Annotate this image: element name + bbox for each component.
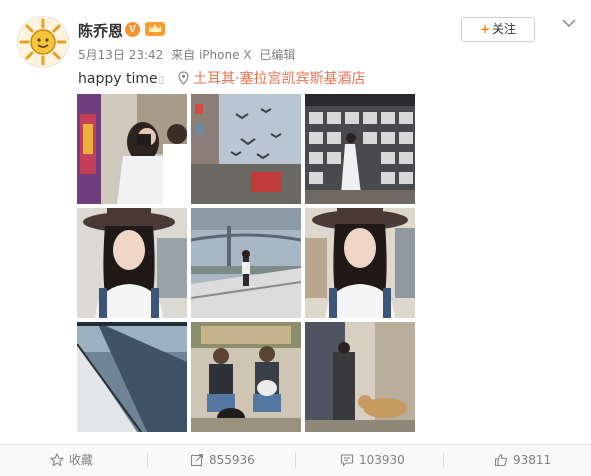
repost-icon xyxy=(190,453,204,467)
verified-badge-icon: V xyxy=(125,22,140,37)
photo-selfie-hat-1[interactable] xyxy=(77,208,187,318)
like-button[interactable]: 93811 xyxy=(494,445,551,476)
post-action-bar: 收藏 855936 103930 93811 xyxy=(0,444,591,476)
chevron-down-icon[interactable] xyxy=(562,18,576,28)
favorite-button[interactable]: 收藏 xyxy=(49,445,94,476)
divider xyxy=(147,453,148,468)
photo-grid xyxy=(77,94,415,432)
location-link[interactable]: 土耳其·塞拉宫凯宾斯基酒店 xyxy=(193,71,365,87)
post-text: happy time xyxy=(78,71,158,87)
photo-camera-crowd[interactable] xyxy=(77,94,187,204)
weibo-post-card: 陈乔恩 V 5月13日 23:42 来自 iPhone X 已编辑 + 关注 ha… xyxy=(0,0,591,476)
photo-bridge-boat[interactable] xyxy=(191,208,301,318)
edited-label[interactable]: 已编辑 xyxy=(259,48,295,62)
favorite-label: 收藏 xyxy=(69,453,94,467)
follow-label: 关注 xyxy=(492,22,517,36)
star-icon xyxy=(49,452,65,467)
photo-market-wall[interactable] xyxy=(305,94,415,204)
photo-drummers[interactable] xyxy=(191,322,301,432)
avatar[interactable] xyxy=(17,16,69,68)
photo-sea-deck[interactable] xyxy=(77,322,187,432)
divider xyxy=(295,453,296,468)
repost-button[interactable]: 855936 xyxy=(190,445,255,476)
photo-street-dog[interactable] xyxy=(305,322,415,432)
crown-icon xyxy=(145,22,165,36)
thumbs-up-icon xyxy=(494,453,508,467)
post-date[interactable]: 5月13日 23:42 xyxy=(78,48,163,62)
photo-seagulls-street[interactable] xyxy=(191,94,301,204)
post-meta: 5月13日 23:42 来自 iPhone X 已编辑 xyxy=(78,46,299,63)
comment-button[interactable]: 103930 xyxy=(340,445,405,476)
repost-count: 855936 xyxy=(209,453,255,467)
comment-count: 103930 xyxy=(359,453,405,467)
text-end-icon: ▯ xyxy=(158,75,165,86)
sun-avatar-icon xyxy=(18,17,68,67)
like-count: 93811 xyxy=(513,453,552,467)
comment-icon xyxy=(340,454,354,467)
location-pin-icon xyxy=(178,71,189,85)
plus-icon: + xyxy=(479,22,491,36)
photo-selfie-hat-2[interactable] xyxy=(305,208,415,318)
post-source: 来自 iPhone X xyxy=(171,48,252,62)
post-text-row: happy time▯ 土耳其·塞拉宫凯宾斯基酒店 xyxy=(78,68,366,88)
divider xyxy=(443,453,444,468)
follow-button[interactable]: + 关注 xyxy=(461,17,535,42)
author-name[interactable]: 陈乔恩 xyxy=(78,20,123,41)
